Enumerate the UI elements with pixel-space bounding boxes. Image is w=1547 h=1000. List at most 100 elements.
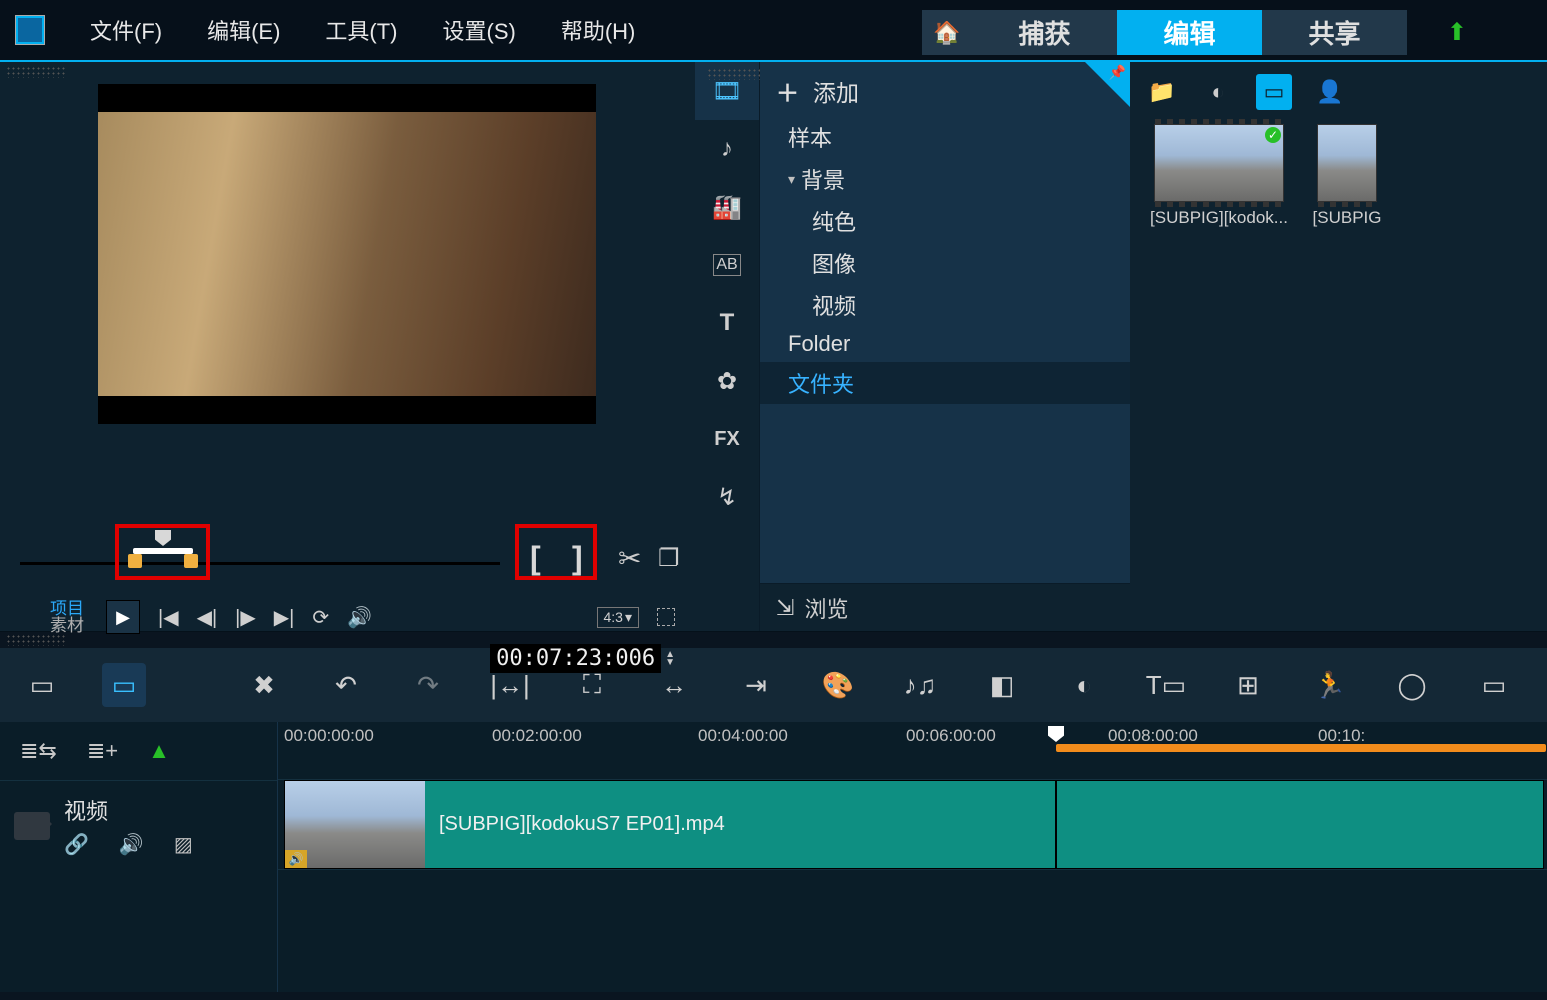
timecode-spinner[interactable]: ▲▼: [665, 651, 675, 667]
tree-folder-en[interactable]: Folder: [760, 326, 1130, 362]
view-detail-button[interactable]: 👤: [1312, 74, 1348, 110]
mask-tool-button[interactable]: ◐: [1062, 663, 1106, 707]
preview-scrubber[interactable]: [20, 562, 500, 565]
lib-cat-fx[interactable]: FX: [695, 410, 759, 468]
timeline-clip[interactable]: 🔊 [SUBPIG][kodokuS7 EP01].mp4: [284, 780, 1544, 869]
aspect-ratio-label: 4:3: [604, 609, 623, 625]
undo-button[interactable]: ↶: [324, 663, 368, 707]
library-browse-button[interactable]: ⇲ 浏览: [760, 583, 1130, 631]
mute-icon[interactable]: 🔊: [119, 832, 144, 857]
tree-sample[interactable]: 样本: [760, 116, 1130, 158]
add-track-button[interactable]: ≣+: [87, 738, 118, 764]
lib-cat-title[interactable]: AB: [713, 254, 741, 276]
step-fwd-button[interactable]: |▶: [235, 605, 256, 630]
lib-cat-transition[interactable]: 🏭: [695, 178, 759, 236]
thumbnail-item[interactable]: [SUBPIG: [1312, 124, 1382, 228]
camera-icon: [14, 812, 50, 840]
menu-help[interactable]: 帮助(H): [561, 14, 636, 46]
menu-edit[interactable]: 编辑(E): [207, 14, 280, 46]
tree-solid[interactable]: 纯色: [760, 200, 1130, 242]
clip-cut-marker: [1055, 781, 1057, 868]
ruler-label: 00:06:00:00: [906, 726, 996, 746]
preview-mode-project[interactable]: 项目: [50, 601, 84, 618]
library-thumbnails: 📁 ◐ ▭ 👤 ✓ [SUBPIG][kodok... [SUBPIG: [1130, 62, 1547, 631]
tree-image[interactable]: 图像: [760, 242, 1130, 284]
mark-in-button[interactable]: [: [530, 540, 541, 577]
thumbnail-label: [SUBPIG][kodok...: [1144, 208, 1294, 228]
tree-folder-cn[interactable]: 文件夹: [760, 362, 1130, 404]
thumbnail-item[interactable]: ✓ [SUBPIG][kodok...: [1144, 124, 1294, 228]
play-button[interactable]: ▶: [106, 600, 140, 634]
capture-button[interactable]: ◐: [1200, 74, 1236, 110]
timeline-view-button[interactable]: ▭: [102, 663, 146, 707]
ripple-tool-button[interactable]: ⇥: [734, 663, 778, 707]
plus-icon: ＋: [776, 74, 799, 108]
video-track-header[interactable]: 视频 🔗 🔊 ▨: [0, 780, 277, 870]
redo-button[interactable]: ↷: [406, 663, 450, 707]
title-tool-button[interactable]: T▭: [1144, 663, 1188, 707]
lib-cat-text[interactable]: T: [695, 294, 759, 352]
go-end-button[interactable]: ▶|: [274, 605, 295, 630]
highlight-mark-brackets: [515, 524, 597, 580]
trim-range-handle[interactable]: [128, 530, 198, 568]
lib-cat-path[interactable]: ↯: [695, 468, 759, 526]
grid-tool-button[interactable]: ⊞: [1226, 663, 1270, 707]
menu-file[interactable]: 文件(F): [90, 14, 162, 46]
loop-button[interactable]: ⟳: [312, 605, 329, 630]
browse-icon: ⇲: [776, 595, 794, 621]
tree-background[interactable]: ▾ 背景: [760, 158, 1130, 200]
link-icon[interactable]: 🔗: [64, 832, 89, 857]
track-visibility-button[interactable]: ▲: [148, 738, 170, 764]
track-options-button[interactable]: ≣⇆: [20, 738, 57, 764]
preview-mode-selector[interactable]: 项目 素材: [50, 601, 84, 634]
mark-out-button[interactable]: ]: [572, 540, 583, 577]
track-motion-button[interactable]: ◯: [1390, 663, 1434, 707]
volume-button[interactable]: 🔊: [347, 605, 372, 630]
ruler-label: 00:10:: [1318, 726, 1365, 746]
mode-capture[interactable]: 捕获: [972, 10, 1117, 55]
playhead[interactable]: [1048, 726, 1064, 742]
split-clip-button[interactable]: ✂: [618, 542, 641, 575]
video-track[interactable]: 🔊 [SUBPIG][kodokuS7 EP01].mp4: [278, 780, 1547, 870]
audio-tool-button[interactable]: ♪♫: [898, 663, 942, 707]
library-category-bar: 🎞 ♪ 🏭 AB T ✿ FX ↯: [695, 62, 760, 631]
crop-marquee-button[interactable]: [657, 608, 675, 626]
mode-home[interactable]: 🏠: [922, 10, 972, 55]
step-back-button[interactable]: ◀|: [197, 605, 218, 630]
upload-icon[interactable]: ⬆: [1447, 18, 1467, 47]
marker-tool-button[interactable]: ◧: [980, 663, 1024, 707]
audio-indicator-icon: 🔊: [285, 850, 307, 868]
mode-edit[interactable]: 编辑: [1117, 10, 1262, 55]
go-start-button[interactable]: |◀: [158, 605, 179, 630]
app-icon: [15, 15, 45, 45]
view-thumb-button[interactable]: ▭: [1256, 74, 1292, 110]
import-folder-button[interactable]: 📁: [1144, 74, 1180, 110]
timecode-display[interactable]: 00:07:23:006: [490, 644, 661, 673]
fx-disable-icon[interactable]: ▨: [174, 832, 193, 857]
lib-cat-audio[interactable]: ♪: [695, 120, 759, 178]
library-add-button[interactable]: ＋ 添加: [760, 66, 1130, 116]
storyboard-view-button[interactable]: ▭: [20, 663, 64, 707]
preview-video-content: [98, 112, 596, 396]
menu-settings[interactable]: 设置(S): [443, 14, 516, 46]
tools-menu-button[interactable]: ✖: [242, 663, 286, 707]
aspect-ratio-button[interactable]: 4:3▾: [597, 607, 640, 628]
tree-video[interactable]: 视频: [760, 284, 1130, 326]
panel-grip[interactable]: [6, 66, 66, 78]
preview-panel: [ ] ✂ ❐ 项目 素材 ▶ |◀ ◀| |▶ ▶| ⟳ 🔊 4:3▾ 00:…: [0, 62, 695, 631]
timeline: ≣⇆ ≣+ ▲ 视频 🔗 🔊 ▨ 00:00:00:00 00:02:00:00…: [0, 722, 1547, 992]
library-browse-label: 浏览: [804, 592, 848, 624]
chapter-button[interactable]: ▭: [1472, 663, 1516, 707]
panel-grip[interactable]: [707, 68, 767, 80]
trim-range-bar[interactable]: [1056, 744, 1546, 752]
color-tool-button[interactable]: 🎨: [816, 663, 860, 707]
preview-video[interactable]: [98, 84, 596, 424]
timeline-ruler[interactable]: 00:00:00:00 00:02:00:00 00:04:00:00 00:0…: [278, 722, 1547, 780]
motion-tool-button[interactable]: 🏃: [1308, 663, 1352, 707]
lib-cat-graphic[interactable]: ✿: [695, 352, 759, 410]
duplicate-button[interactable]: ❐: [658, 544, 680, 573]
menu-tools[interactable]: 工具(T): [325, 14, 397, 46]
mode-share[interactable]: 共享: [1262, 10, 1407, 55]
preview-mode-clip[interactable]: 素材: [50, 618, 84, 634]
clip-thumbnail: 🔊: [285, 781, 425, 868]
